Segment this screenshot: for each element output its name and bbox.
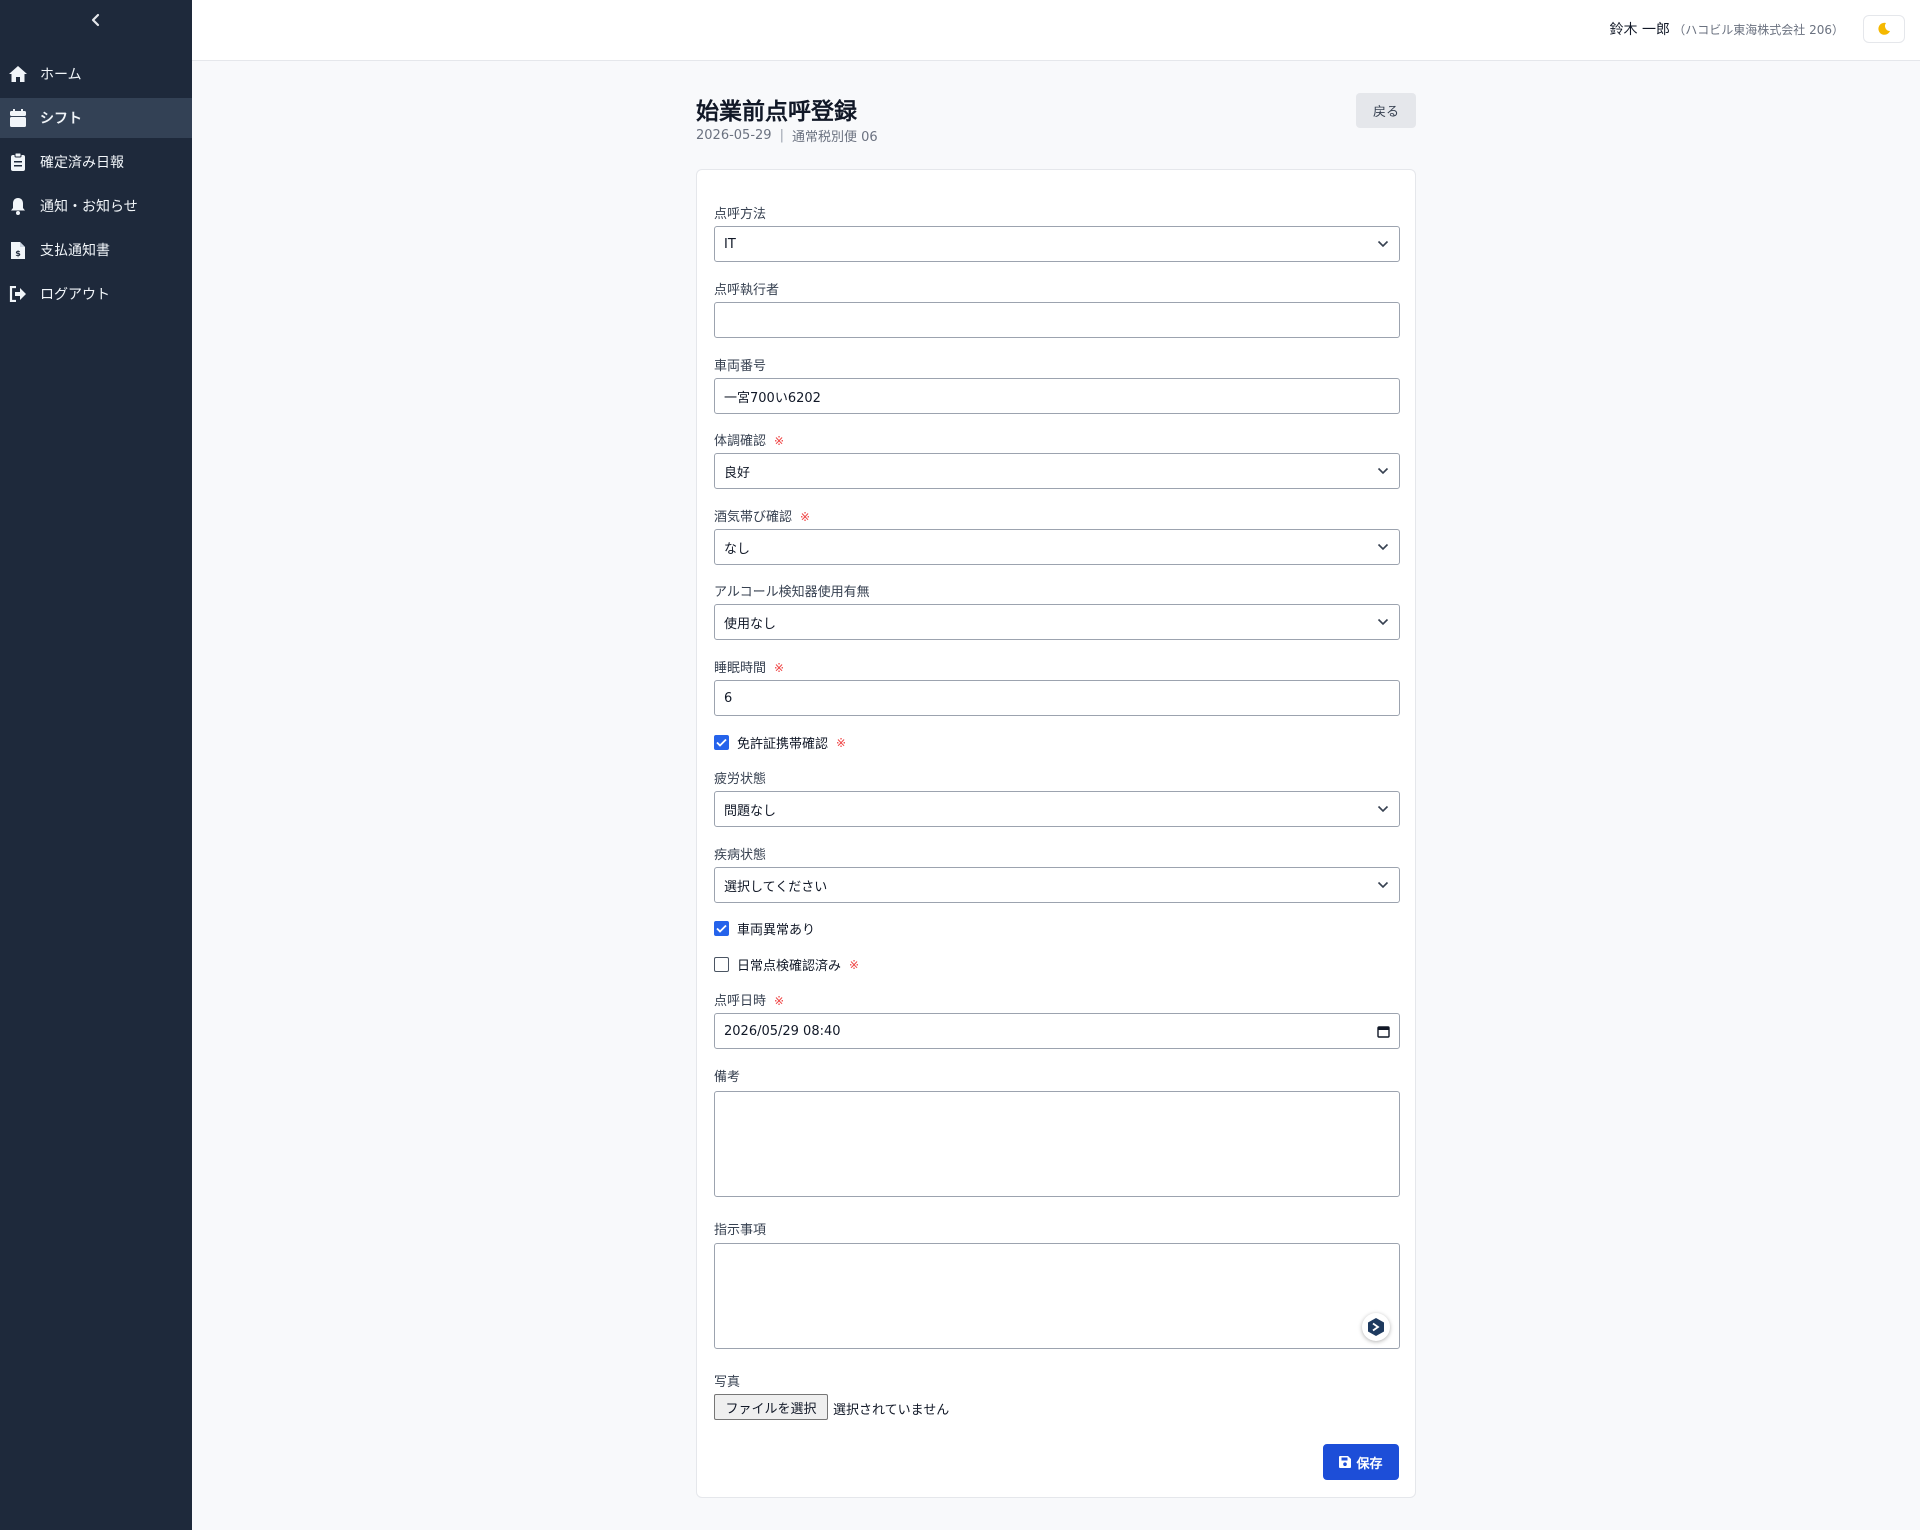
health-check-select[interactable]: 良好 (714, 453, 1400, 489)
home-icon (8, 64, 28, 84)
sidebar-item-notifications[interactable]: 通知・お知らせ (0, 186, 192, 226)
sidebar-item-label: 通知・お知らせ (40, 199, 138, 215)
bell-icon (8, 196, 28, 216)
checkbox-label: 日常点検確認済み (737, 959, 842, 974)
roll-call-method-select[interactable]: IT (714, 226, 1400, 262)
select-value: 問題なし (724, 803, 777, 819)
chevron-left-icon (91, 13, 100, 27)
sidebar-item-label: ホーム (40, 67, 82, 83)
hexagon-assistant-icon (1368, 1318, 1384, 1336)
sidebar-item-label: 確定済み日報 (40, 155, 124, 171)
remarks-label: 備考 (714, 1070, 741, 1085)
page-subtitle: 2026-05-29 | 通常税別便 06 (696, 126, 878, 145)
clipboard-icon (8, 152, 28, 172)
assistant-widget-button[interactable] (1362, 1313, 1390, 1341)
sidebar-item-confirmed-reports[interactable]: 確定済み日報 (0, 142, 192, 182)
select-value: 使用なし (724, 616, 777, 632)
select-value: 選択してください (724, 879, 828, 895)
sleep-hours-input[interactable]: 6 (714, 680, 1400, 716)
logout-icon (8, 284, 28, 304)
daily-inspection-checkbox-row[interactable]: 日常点検確認済み ※ (714, 955, 859, 974)
instructions-textarea[interactable] (714, 1243, 1400, 1349)
user-company: （ハコビル東海株式会社 206） (1673, 23, 1844, 37)
chevron-down-icon (1376, 615, 1390, 629)
sidebar-item-home[interactable]: ホーム (0, 54, 192, 94)
chevron-down-icon (1376, 802, 1390, 816)
required-mark: ※ (849, 957, 860, 972)
sidebar-collapse-button[interactable] (86, 8, 106, 32)
sidebar-item-shift[interactable]: シフト (0, 98, 192, 138)
vehicle-abnormal-checkbox-row[interactable]: 車両異常あり (714, 919, 815, 938)
invoice-icon: $ (8, 240, 28, 260)
calendar-icon (8, 108, 28, 128)
remarks-textarea[interactable] (714, 1091, 1400, 1197)
sidebar-nav: ホーム シフト 確定済み日報 通知・お知らせ $ 支払通知書 ログアウト (0, 54, 192, 318)
executor-label: 点呼執行者 (714, 283, 780, 298)
sidebar-item-label: 支払通知書 (40, 243, 110, 259)
fatigue-label: 疲労状態 (714, 772, 767, 787)
save-button[interactable]: 保存 (1323, 1444, 1399, 1480)
checkbox-label: 車両異常あり (737, 923, 816, 938)
health-check-label: 体調確認 ※ (714, 434, 785, 449)
sidebar-item-label: シフト (40, 111, 82, 127)
illness-select[interactable]: 選択してください (714, 867, 1400, 903)
top-header: 鈴木 一郎 （ハコビル東海株式会社 206） (192, 0, 1920, 61)
daily-inspection-checkbox[interactable] (714, 957, 729, 972)
executor-input[interactable] (714, 302, 1400, 338)
sidebar-item-label: ログアウト (40, 287, 110, 303)
vehicle-number-input[interactable]: 一宮700い6202 (714, 378, 1400, 414)
user-name: 鈴木 一郎 (1609, 22, 1670, 38)
vehicle-abnormal-checkbox[interactable] (714, 921, 729, 936)
roll-call-method-label: 点呼方法 (714, 207, 767, 222)
select-value: IT (724, 236, 736, 252)
floppy-disk-icon (1339, 1456, 1352, 1468)
calendar-picker-icon[interactable] (1376, 1024, 1390, 1038)
back-button[interactable]: 戻る (1356, 93, 1416, 128)
checkbox-label: 免許証携帯確認 (737, 737, 829, 752)
theme-toggle-button[interactable] (1863, 15, 1905, 43)
page-title: 始業前点呼登録 (696, 99, 857, 125)
sidebar-item-payment-notices[interactable]: $ 支払通知書 (0, 230, 192, 270)
moon-icon (1878, 22, 1890, 35)
route-name: 通常税別便 06 (791, 130, 878, 145)
instructions-label: 指示事項 (714, 1223, 767, 1238)
file-select-button[interactable]: ファイルを選択 (714, 1394, 828, 1420)
illness-label: 疾病状態 (714, 848, 767, 863)
sidebar-item-logout[interactable]: ログアウト (0, 274, 192, 314)
alcohol-check-select[interactable]: なし (714, 529, 1400, 565)
alcohol-detector-select[interactable]: 使用なし (714, 604, 1400, 640)
roll-call-datetime-input[interactable]: 2026/05/29 08:40 (714, 1013, 1400, 1049)
required-mark: ※ (774, 994, 785, 1008)
required-mark: ※ (774, 661, 785, 675)
file-status: 選択されていません (833, 1403, 950, 1418)
license-check-checkbox[interactable] (714, 735, 729, 750)
datetime-value: 2026/05/29 08:40 (724, 1023, 841, 1039)
sidebar: ホーム シフト 確定済み日報 通知・お知らせ $ 支払通知書 ログアウト (0, 0, 192, 1530)
photo-label: 写真 (714, 1375, 741, 1390)
select-value: 良好 (724, 465, 751, 481)
fatigue-select[interactable]: 問題なし (714, 791, 1400, 827)
svg-text:$: $ (15, 249, 21, 258)
chevron-down-icon (1376, 540, 1390, 554)
vehicle-number-label: 車両番号 (714, 359, 767, 374)
alcohol-detector-label: アルコール検知器使用有無 (714, 585, 870, 600)
license-check-checkbox-row[interactable]: 免許証携帯確認 ※ (714, 733, 846, 752)
chevron-down-icon (1376, 878, 1390, 892)
chevron-down-icon (1376, 237, 1390, 251)
select-value: なし (724, 541, 751, 557)
required-mark: ※ (774, 434, 785, 448)
roll-call-date: 2026-05-29 (696, 128, 772, 143)
save-button-label: 保存 (1356, 1456, 1383, 1472)
alcohol-check-label: 酒気帯び確認 ※ (714, 510, 811, 525)
required-mark: ※ (800, 510, 811, 524)
roll-call-datetime-label: 点呼日時 ※ (714, 994, 785, 1009)
sleep-hours-label: 睡眠時間 ※ (714, 661, 785, 676)
chevron-down-icon (1376, 464, 1390, 478)
required-mark: ※ (836, 735, 847, 750)
subtitle-separator: | (779, 128, 784, 143)
roll-call-form: 点呼方法 IT 点呼執行者 車両番号 一宮700い6202 体調確認 ※ 良好 酒… (696, 169, 1416, 1498)
